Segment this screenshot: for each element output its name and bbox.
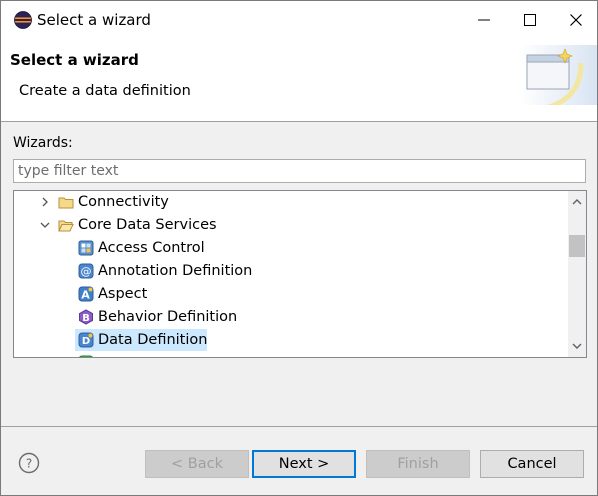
data-definition-icon: D [78,332,94,348]
access-control-icon [78,240,94,256]
svg-text:B: B [82,313,90,324]
wizard-banner-icon [519,45,597,105]
behavior-definition-icon: B [79,309,93,325]
tree-item-core-data-services[interactable]: Core Data Services [14,214,568,236]
minimize-button[interactable] [461,1,507,39]
tree-item-label: Core Data Services [78,217,217,233]
folder-icon [58,197,74,209]
page-description: Create a data definition [19,83,191,99]
aspect-icon: A [78,286,94,302]
next-item-icon [79,355,93,357]
tree-item-label: Aspect [98,286,148,302]
scroll-down-icon[interactable] [568,337,586,355]
tree-item-label: Behavior Definition [98,309,238,325]
next-button[interactable]: Next > [252,450,356,478]
tree-item-data-definition[interactable]: D Data Definition [14,329,568,351]
chevron-right-icon[interactable] [38,191,52,213]
back-button[interactable]: < Back [145,450,249,478]
svg-text:@: @ [81,265,92,278]
title-bar: Select a wizard [1,1,597,39]
maximize-button[interactable] [507,1,553,39]
tree-item-access-control[interactable]: Access Control [14,237,568,259]
close-icon [570,14,582,26]
tree-item-label: Data Definition [98,332,208,348]
svg-text:?: ? [26,457,32,471]
wizard-dialog: Select a wizard Select a wizard Create a… [0,0,598,496]
minimize-icon [478,19,490,21]
scroll-up-icon[interactable] [568,193,586,211]
wizard-tree[interactable]: Connectivity Core Data Services Access C… [13,190,587,358]
tree-item-label: Connectivity [78,194,169,210]
tree-item-aspect[interactable]: A Aspect [14,283,568,305]
svg-text:D: D [82,336,90,347]
eclipse-app-icon [14,11,32,29]
finish-button[interactable]: Finish [366,450,470,478]
cancel-button[interactable]: Cancel [480,450,584,478]
annotation-definition-icon: @ [78,263,94,279]
vertical-scrollbar[interactable] [568,191,586,357]
tree-item-label: Access Control [98,240,205,256]
tree-item-annotation-definition[interactable]: @ Annotation Definition [14,260,568,282]
tree-item-partial[interactable] [14,352,568,357]
help-icon[interactable]: ? [18,452,40,474]
footer-separator [1,426,597,427]
window-title: Select a wizard [37,11,151,29]
maximize-icon [524,14,536,26]
page-title: Select a wizard [10,51,139,69]
filter-input[interactable] [13,159,586,183]
close-button[interactable] [553,1,597,39]
wizard-header: Select a wizard Create a data definition [1,39,597,122]
tree-item-behavior-definition[interactable]: B Behavior Definition [14,306,568,328]
tree-item-label: Annotation Definition [98,263,253,279]
chevron-down-icon[interactable] [38,214,52,236]
folder-open-icon [58,220,74,232]
tree-item-connectivity[interactable]: Connectivity [14,191,568,213]
wizards-label: Wizards: [13,135,73,151]
scrollbar-thumb[interactable] [569,235,585,257]
